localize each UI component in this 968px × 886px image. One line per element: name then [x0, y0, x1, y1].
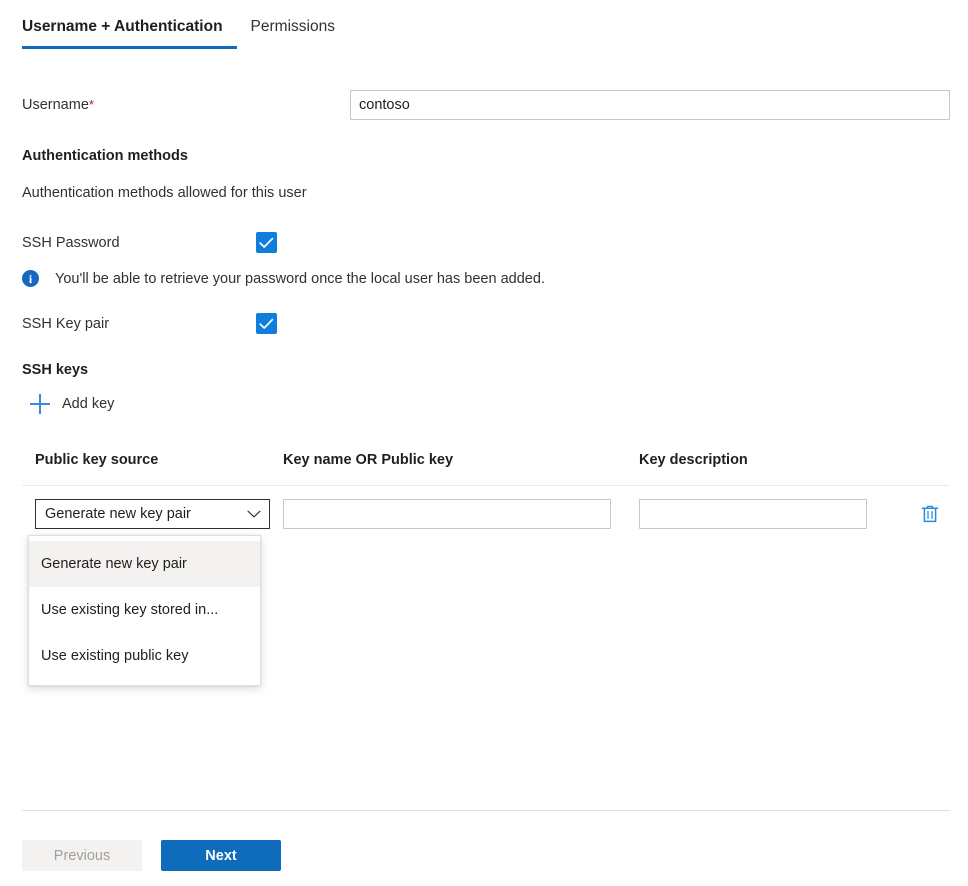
ssh-key-pair-checkbox[interactable] — [256, 313, 277, 334]
password-info-text: You'll be able to retrieve your password… — [55, 271, 545, 287]
footer-actions: Previous Next — [22, 840, 281, 871]
tab-username-authentication[interactable]: Username + Authentication — [22, 18, 237, 49]
public-key-source-selected-value: Generate new key pair — [45, 506, 191, 522]
public-key-source-select[interactable]: Generate new key pair — [35, 499, 270, 529]
checkmark-icon — [259, 318, 274, 330]
footer-divider — [22, 810, 950, 811]
tab-label: Username + Authentication — [22, 18, 223, 35]
chevron-down-icon — [247, 510, 261, 518]
ssh-password-label: SSH Password — [22, 235, 256, 251]
password-info-message: i You'll be able to retrieve your passwo… — [22, 270, 545, 287]
trash-icon — [921, 504, 939, 524]
dropdown-option-label: Use existing public key — [41, 648, 189, 664]
info-icon: i — [22, 270, 39, 287]
ssh-password-checkbox[interactable] — [256, 232, 277, 253]
ssh-keys-table: Public key source Key name OR Public key… — [22, 452, 950, 529]
key-name-input[interactable] — [283, 499, 611, 529]
username-form-row: Username* — [22, 90, 950, 120]
tab-bar: Username + Authentication Permissions — [22, 18, 349, 49]
ssh-key-pair-label: SSH Key pair — [22, 316, 256, 332]
username-input[interactable] — [350, 90, 950, 120]
dropdown-option-use-existing-key-stored[interactable]: Use existing key stored in... — [29, 587, 260, 633]
username-label: Username* — [22, 97, 350, 113]
ssh-keys-table-header: Public key source Key name OR Public key… — [22, 452, 950, 486]
column-header-key-name: Key name OR Public key — [283, 452, 639, 468]
cell-key-description — [639, 499, 899, 529]
delete-key-button[interactable] — [919, 502, 941, 526]
cell-public-key-source: Generate new key pair Generate new key p… — [22, 499, 283, 529]
table-row: Generate new key pair Generate new key p… — [22, 486, 950, 529]
required-asterisk: * — [89, 97, 94, 112]
tab-permissions[interactable]: Permissions — [237, 18, 349, 49]
dropdown-option-use-existing-public-key[interactable]: Use existing public key — [29, 633, 260, 679]
cell-row-actions — [899, 502, 950, 526]
key-description-input[interactable] — [639, 499, 867, 529]
add-key-label: Add key — [62, 396, 114, 412]
info-icon-glyph: i — [29, 273, 32, 285]
authentication-methods-description: Authentication methods allowed for this … — [22, 185, 307, 201]
previous-button[interactable]: Previous — [22, 840, 142, 871]
ssh-password-row: SSH Password — [22, 232, 277, 253]
authentication-methods-heading: Authentication methods — [22, 148, 188, 164]
add-key-button[interactable]: Add key — [30, 394, 114, 414]
ssh-keys-heading: SSH keys — [22, 362, 88, 378]
checkmark-icon — [259, 237, 274, 249]
ssh-key-pair-row: SSH Key pair — [22, 313, 277, 334]
dropdown-option-label: Use existing key stored in... — [41, 602, 218, 618]
tab-label: Permissions — [251, 18, 335, 35]
dropdown-option-label: Generate new key pair — [41, 556, 187, 572]
column-header-key-description: Key description — [639, 452, 899, 468]
public-key-source-dropdown: Generate new key pair Use existing key s… — [28, 535, 261, 686]
dropdown-option-generate-new-key-pair[interactable]: Generate new key pair — [29, 541, 260, 587]
cell-key-name — [283, 499, 639, 529]
column-header-public-key-source: Public key source — [22, 452, 283, 468]
username-label-text: Username — [22, 97, 89, 113]
plus-icon — [30, 394, 50, 414]
next-button[interactable]: Next — [161, 840, 281, 871]
